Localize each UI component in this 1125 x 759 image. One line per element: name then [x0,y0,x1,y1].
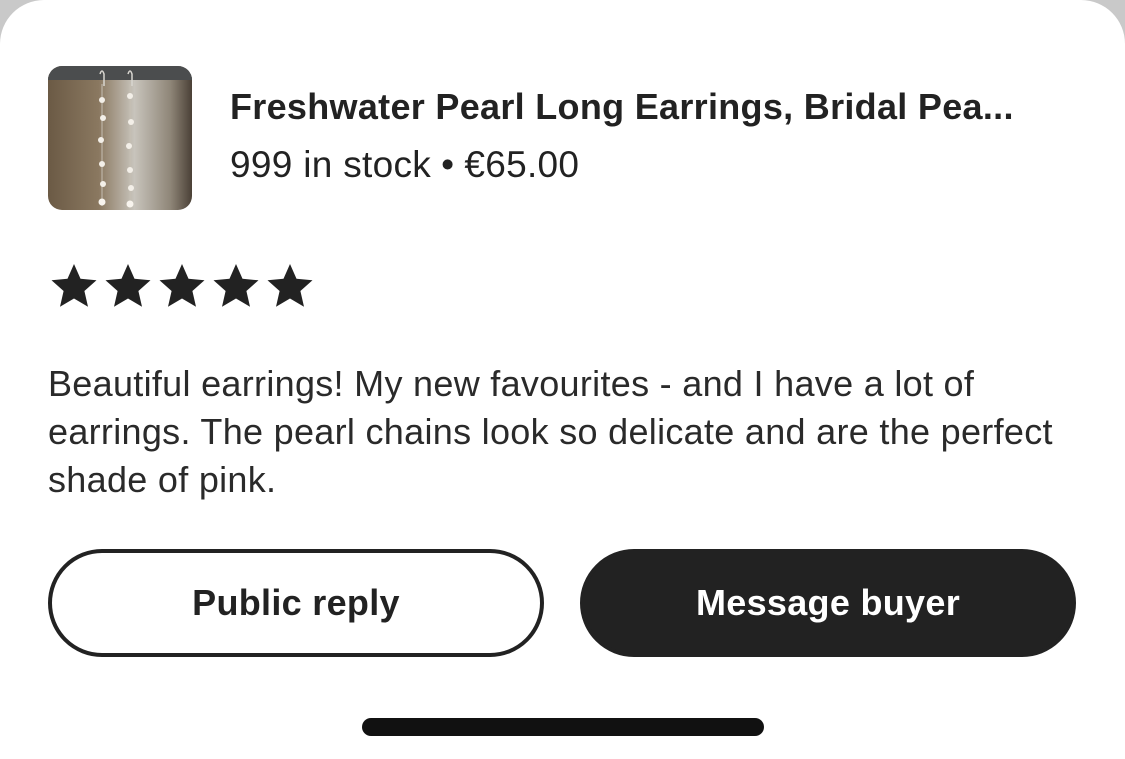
star-icon [266,262,314,308]
star-icon [212,262,260,308]
listing-price: €65.00 [464,144,580,185]
star-icon [50,262,98,308]
review-sheet: Freshwater Pearl Long Earrings, Bridal P… [0,0,1125,759]
star-icon [158,262,206,308]
listing-meta: 999 in stock • €65.00 [230,144,579,186]
review-text: Beautiful earrings! My new favourites - … [48,363,1053,500]
pearl-earrings-image [48,66,192,210]
message-buyer-button[interactable]: Message buyer [580,549,1076,657]
listing-thumbnail[interactable] [48,66,192,210]
listing-title[interactable]: Freshwater Pearl Long Earrings, Bridal P… [230,86,1075,128]
stock-count: 999 in stock [230,144,432,185]
meta-separator: • [441,144,455,185]
star-icon [104,262,152,308]
public-reply-button[interactable]: Public reply [48,549,544,657]
star-rating [50,262,314,308]
home-indicator [362,718,764,736]
